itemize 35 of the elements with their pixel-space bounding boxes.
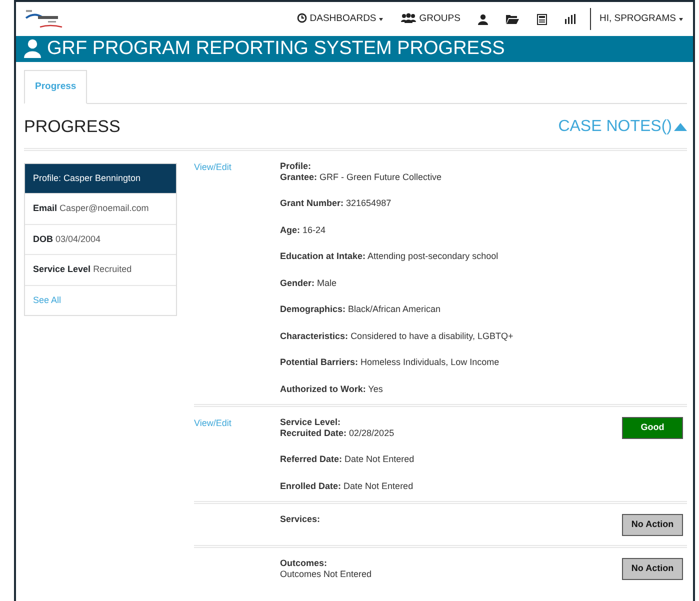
page-title: PROGRESS: [24, 116, 120, 138]
field-text: Potential Barriers: Homeless Individuals, Low Income: [280, 357, 500, 368]
field-text: Recruited Date: 02/28/2025: [280, 428, 394, 438]
sidebar-item: DOB 03/04/2004: [25, 224, 176, 254]
field-text: Grant Number: 321654987: [280, 198, 392, 208]
field-text: Enrolled Date: Date Not Entered: [280, 480, 414, 491]
section-heading: Outcomes:: [280, 558, 328, 569]
field-text: Demographics: Black/African American: [280, 304, 441, 314]
field-text: Referred Date: Date Not Entered: [280, 454, 414, 464]
bar-chart-icon[interactable]: [565, 14, 576, 24]
nav-link[interactable]: DASHBOARDS: [296, 12, 384, 26]
field-text: Characteristics: Considered to have a disability, LGBTQ+: [280, 330, 514, 341]
section-heading: Service Level:: [280, 416, 342, 428]
sidebar-item: Email Casper@noemail.com: [25, 193, 176, 224]
nav-link[interactable]: GROUPS: [401, 12, 460, 26]
user-menu[interactable]: HI, SPROGRAMS: [599, 12, 683, 26]
status-button[interactable]: No Action: [622, 514, 683, 536]
field-text: Age: 16-24: [280, 224, 326, 235]
field-text: Education at Intake: Attending post-secondary school: [280, 251, 498, 262]
caret-icon: [679, 18, 683, 20]
status-button[interactable]: Good: [622, 416, 683, 439]
section-heading: Profile:: [280, 160, 312, 172]
folder-icon[interactable]: [506, 14, 520, 24]
caret-icon: [379, 18, 384, 20]
sidebar-item: Service Level Recruited: [25, 254, 176, 285]
user-icon[interactable]: [478, 14, 488, 24]
field-text: Gender: Male: [280, 278, 337, 288]
status-button[interactable]: No Action: [622, 558, 683, 580]
note-text: Outcomes Not Entered: [280, 568, 372, 579]
field-text: Authorized to Work: Yes: [280, 384, 383, 394]
banner-title: GRF PROGRAM REPORTING SYSTEM PROGRESS: [47, 36, 505, 61]
field-text: Grantee: GRF - Green Future Collective: [280, 172, 442, 182]
document-icon[interactable]: [537, 14, 548, 24]
section-heading: Services:: [280, 514, 322, 525]
sidebar-header: Profile: Casper Bennington: [25, 164, 176, 194]
